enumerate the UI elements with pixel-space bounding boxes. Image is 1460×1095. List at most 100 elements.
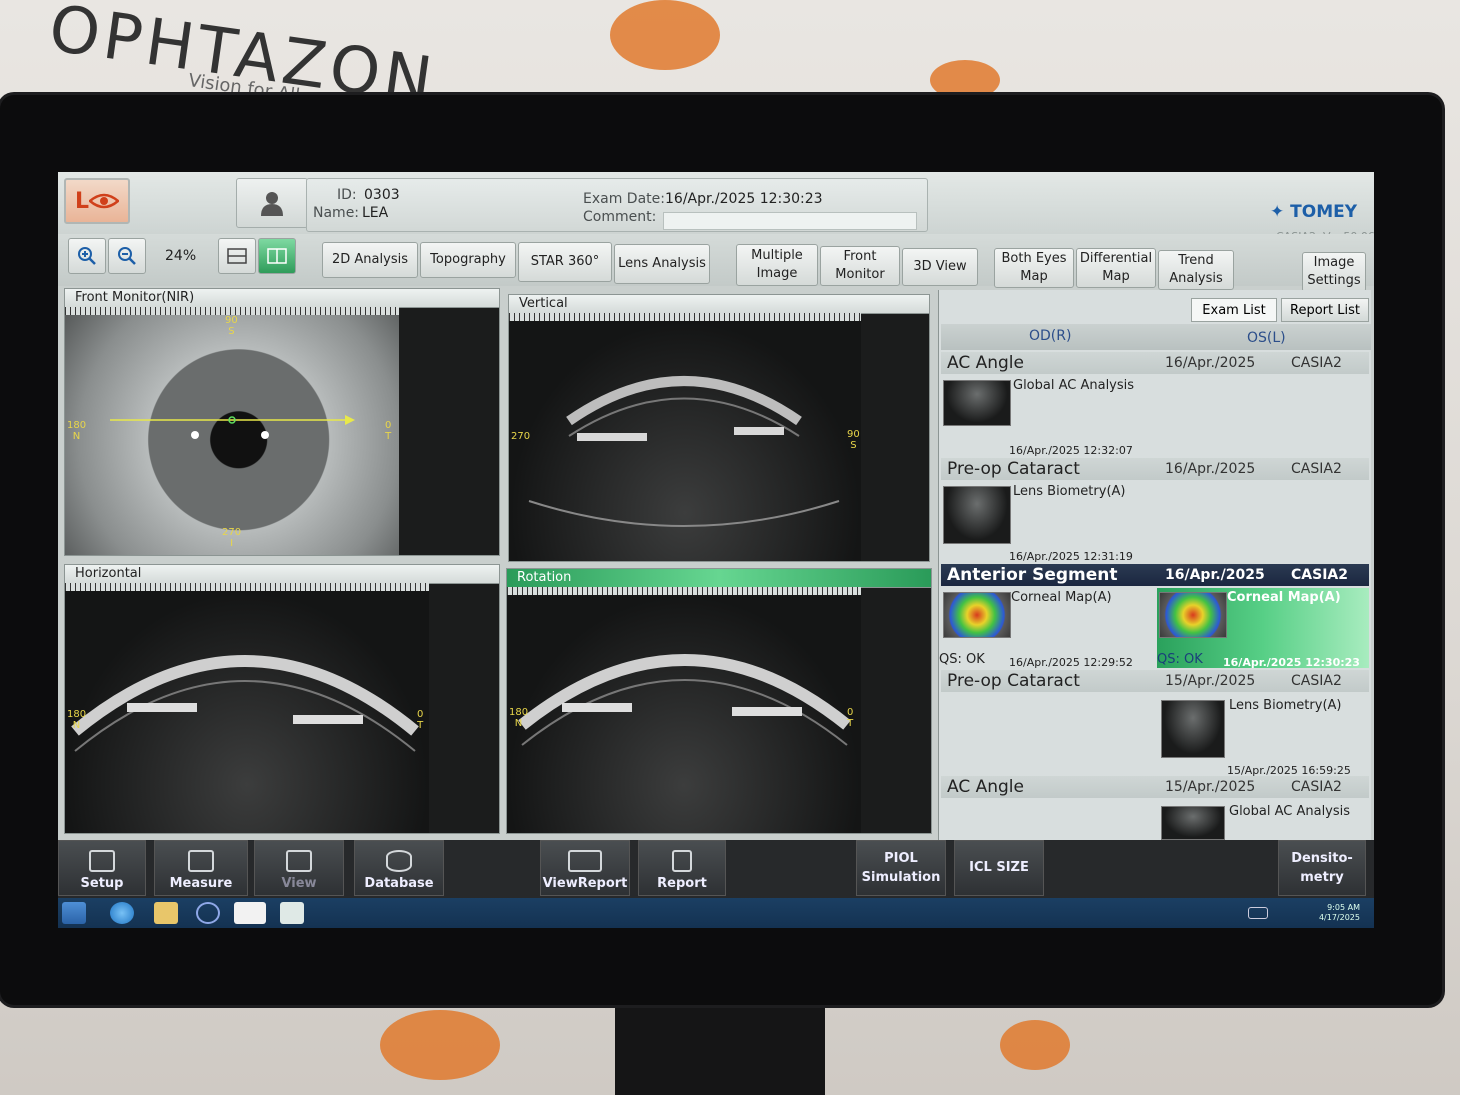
label-value: 180 <box>67 709 87 720</box>
exam-group-header[interactable]: AC Angle 16/Apr./2025 CASIA2 <box>941 352 1369 374</box>
start-icon[interactable] <box>62 902 86 924</box>
exam-thumbnail[interactable] <box>943 486 1011 544</box>
exam-group-date: 16/Apr./2025 <box>1165 461 1256 477</box>
setup-button[interactable]: Setup <box>58 840 146 896</box>
bottom-action-bar: Setup Measure View Database ViewReport R… <box>58 840 1374 898</box>
patient-info-panel: ID: 0303 Name: LEA Exam Date: 16/Apr./20… <box>306 178 928 232</box>
anterior-segment-scan <box>71 655 419 752</box>
multiple-image-button[interactable]: Multiple Image <box>736 244 818 286</box>
rotation-scan-panel[interactable]: Rotation 180 N 0T <box>506 568 932 834</box>
exam-name[interactable]: Corneal Map(A) <box>1011 590 1112 605</box>
label-superior: 90 S <box>847 429 860 451</box>
ruler <box>65 307 399 315</box>
corneal-map-thumbnail[interactable] <box>943 592 1011 638</box>
exam-name[interactable]: Lens Biometry(A) <box>1229 698 1341 713</box>
label-direction: N <box>514 718 523 729</box>
exam-group-title: AC Angle <box>947 353 1024 373</box>
front-monitor-panel[interactable]: Front Monitor(NIR) 90 S 180 N 0T 270 I <box>64 288 500 556</box>
exam-group-device: CASIA2 <box>1291 461 1342 477</box>
report-icon <box>672 850 692 872</box>
view-button[interactable]: View <box>254 840 344 896</box>
exam-group-title: Pre-op Cataract <box>947 459 1080 479</box>
trend-analysis-button[interactable]: Trend Analysis <box>1158 250 1234 290</box>
exam-name[interactable]: Lens Biometry(A) <box>1013 484 1125 499</box>
exam-name: Corneal Map(A) <box>1227 590 1341 605</box>
lens-analysis-button[interactable]: Lens Analysis <box>614 244 710 284</box>
tab-report-list[interactable]: Report List <box>1281 298 1369 322</box>
poster-eye-graphic <box>610 0 720 70</box>
exam-group-title: Anterior Segment <box>947 565 1118 585</box>
eye-icon <box>89 193 120 209</box>
exam-name[interactable]: Global AC Analysis <box>1229 804 1350 819</box>
exam-thumbnail[interactable] <box>1161 700 1225 758</box>
person-icon <box>261 192 283 216</box>
left-eye-indicator[interactable]: L <box>64 178 130 224</box>
piol-simulation-button[interactable]: PIOL Simulation <box>856 840 946 896</box>
selected-exam-card[interactable]: Corneal Map(A) QS: OK 16/Apr./2025 12:30… <box>1157 588 1369 669</box>
exam-group-device: CASIA2 <box>1291 355 1342 371</box>
label-inferior: 270 I <box>222 527 241 549</box>
horizontal-scan-panel[interactable]: Horizontal 180 N 0T <box>64 564 500 834</box>
exam-thumbnail[interactable] <box>943 380 1011 426</box>
exam-group-header-selected[interactable]: Anterior Segment 16/Apr./2025 CASIA2 <box>941 564 1369 586</box>
browser-icon[interactable] <box>110 902 134 924</box>
eye-side-label: L <box>74 188 90 214</box>
app-circle-icon[interactable] <box>196 902 220 924</box>
icl-size-button[interactable]: ICL SIZE <box>954 840 1044 896</box>
3d-view-button[interactable]: 3D View <box>902 248 978 286</box>
od-label: OD(R) <box>1029 328 1072 344</box>
system-clock[interactable]: 9:05 AM 4/17/2025 <box>1319 903 1360 923</box>
id-label: ID: <box>337 187 357 203</box>
exam-name[interactable]: Global AC Analysis <box>1013 378 1134 393</box>
database-icon <box>386 850 412 872</box>
ruler <box>65 583 429 591</box>
layout-vertical-button[interactable] <box>258 238 296 274</box>
folder-icon[interactable] <box>154 902 178 924</box>
panel-title: Vertical <box>509 295 929 314</box>
button-label: Report <box>657 876 707 891</box>
exam-thumbnail[interactable] <box>1161 806 1225 840</box>
exam-group-header[interactable]: Pre-op Cataract 15/Apr./2025 CASIA2 <box>941 670 1369 692</box>
label-value: 180 <box>509 707 529 718</box>
exam-group-header[interactable]: Pre-op Cataract 16/Apr./2025 CASIA2 <box>941 458 1369 480</box>
patient-avatar[interactable] <box>236 178 308 228</box>
name-label: Name: <box>313 205 360 221</box>
measure-button[interactable]: Measure <box>154 840 248 896</box>
label-nasal: 180 N <box>67 420 86 442</box>
front-monitor-button[interactable]: Front Monitor <box>820 246 900 286</box>
zoom-in-button[interactable] <box>68 238 106 274</box>
tab-exam-list[interactable]: Exam List <box>1191 298 1277 322</box>
monitor-stand <box>615 1000 825 1095</box>
layout-horizontal-button[interactable] <box>218 238 256 274</box>
exam-group-header[interactable]: AC Angle 15/Apr./2025 CASIA2 <box>941 776 1369 798</box>
2d-analysis-button[interactable]: 2D Analysis <box>322 242 418 278</box>
casia-app-icon[interactable] <box>234 902 266 924</box>
exam-group-device: CASIA2 <box>1291 779 1342 795</box>
window-app-icon[interactable] <box>280 902 304 924</box>
report-button[interactable]: Report <box>638 840 726 896</box>
comment-field[interactable] <box>663 212 917 230</box>
exam-date-value: 16/Apr./2025 12:30:23 <box>665 191 823 207</box>
ruler <box>509 313 861 321</box>
zoom-out-button[interactable] <box>108 238 146 274</box>
keyboard-icon[interactable] <box>1248 907 1268 919</box>
differential-map-button[interactable]: Differential Map <box>1076 248 1156 288</box>
label-value: 0 <box>847 707 854 718</box>
database-button[interactable]: Database <box>354 840 444 896</box>
view-report-button[interactable]: ViewReport <box>540 840 630 896</box>
label-nasal: 180 N <box>509 707 528 729</box>
button-label: Database <box>364 876 434 891</box>
densitometry-button[interactable]: Densito- metry <box>1278 840 1366 896</box>
vertical-scan-panel[interactable]: Vertical 270 90 S <box>508 294 930 562</box>
ruler <box>507 587 861 595</box>
horizontal-oct-image: 180 N 0T <box>65 591 429 833</box>
header-bar: L ID: 0303 Name: LEA Exam Date: 16/Apr./… <box>58 172 1374 243</box>
star-360-button[interactable]: STAR 360° <box>518 242 612 282</box>
poster-eye-graphic <box>380 1010 500 1080</box>
button-label: ViewReport <box>542 876 628 891</box>
exam-group-device: CASIA2 <box>1291 567 1348 583</box>
label-direction: S <box>850 440 857 451</box>
topography-button[interactable]: Topography <box>420 242 516 278</box>
both-eyes-map-button[interactable]: Both Eyes Map <box>994 248 1074 288</box>
image-settings-button[interactable]: Image Settings <box>1302 252 1366 292</box>
